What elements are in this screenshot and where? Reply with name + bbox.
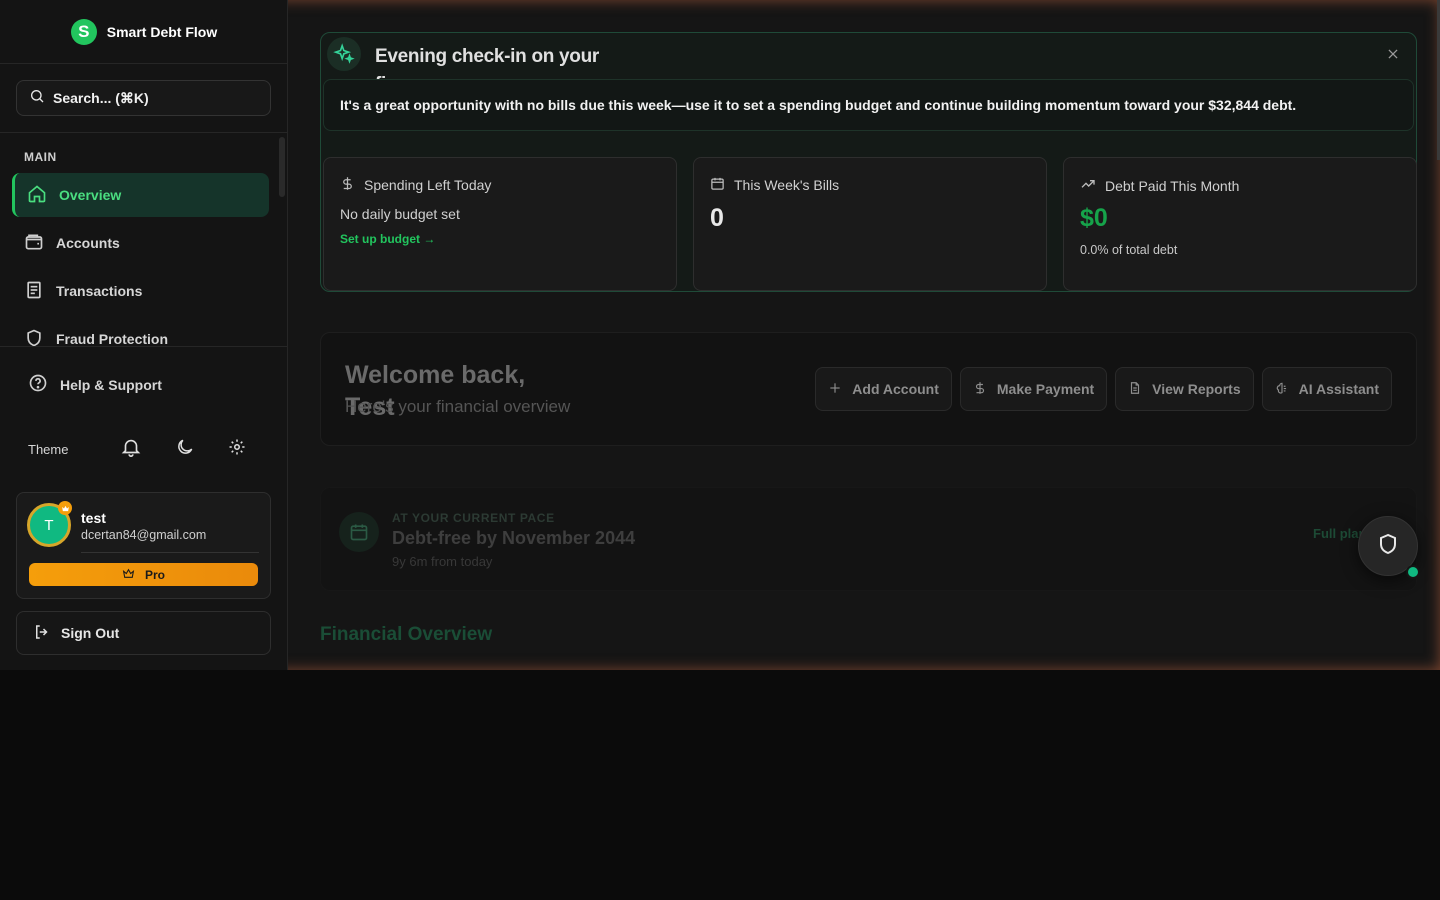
close-button[interactable] xyxy=(1384,47,1402,65)
sidebar-footer: Help & Support Theme T test dcertan84@gm… xyxy=(0,346,288,670)
weekly-bills-card[interactable]: This Week's Bills 0 xyxy=(693,157,1047,291)
brain-icon xyxy=(1275,381,1289,398)
sidebar-item-label: Fraud Protection xyxy=(56,331,169,346)
checkin-message: It's a great opportunity with no bills d… xyxy=(323,79,1414,131)
settings-button[interactable] xyxy=(225,437,249,461)
calendar-icon xyxy=(339,512,379,552)
shield-icon xyxy=(24,328,44,347)
nav-scrollbar[interactable] xyxy=(279,137,285,197)
search-input[interactable] xyxy=(53,90,253,106)
sidebar-item-label: Accounts xyxy=(56,235,120,251)
logout-icon xyxy=(33,623,51,644)
checkin-panel: Evening check-in on your finances It's a… xyxy=(320,32,1417,292)
sidebar-item-overview[interactable]: Overview xyxy=(12,173,269,217)
search-icon xyxy=(29,88,45,109)
pace-subtitle: 9y 6m from today xyxy=(392,554,493,569)
pace-title: Debt-free by November 2044 xyxy=(392,528,636,548)
pace-overline: AT YOUR CURRENT PACE xyxy=(392,511,555,525)
quick-actions: Add Account Make Payment View Reports AI… xyxy=(815,367,1392,411)
debt-paid-card[interactable]: Debt Paid This Month $0 0.0% of total de… xyxy=(1063,157,1417,291)
pro-plan-button[interactable]: Pro xyxy=(29,563,258,586)
dollar-icon xyxy=(340,176,355,194)
sidebar-item-label: Transactions xyxy=(56,283,143,299)
main-content: Evening check-in on your finances It's a… xyxy=(288,0,1440,670)
home-icon xyxy=(27,184,47,207)
action-label: AI Assistant xyxy=(1298,381,1379,397)
user-name: test xyxy=(81,510,106,526)
sidebar-item-fraud-protection[interactable]: Fraud Protection xyxy=(12,317,269,346)
moon-icon xyxy=(175,437,195,462)
ai-assistant-button[interactable]: AI Assistant xyxy=(1261,367,1392,411)
sign-out-label: Sign Out xyxy=(61,625,120,641)
wallet-icon xyxy=(24,232,44,255)
stat-note: 0.0% of total debt xyxy=(1080,243,1178,257)
brand-logo: S xyxy=(70,18,97,45)
sidebar: S Smart Debt Flow MAIN Overview xyxy=(0,0,288,670)
dollar-icon xyxy=(973,381,987,398)
debt-free-pace-card: AT YOUR CURRENT PACE Debt-free by Novemb… xyxy=(320,487,1417,591)
stat-title: Debt Paid This Month xyxy=(1105,177,1240,194)
spending-left-card[interactable]: Spending Left Today No daily budget set … xyxy=(323,157,677,291)
sign-out-button[interactable]: Sign Out xyxy=(16,611,271,655)
stat-value: 0 xyxy=(710,204,724,232)
brand[interactable]: S Smart Debt Flow xyxy=(0,0,288,64)
app-window: S Smart Debt Flow MAIN Overview xyxy=(0,0,1440,670)
welcome-line: Welcome back, xyxy=(345,361,526,389)
setup-budget-link[interactable]: Set up budget → xyxy=(340,232,435,246)
shield-icon xyxy=(1376,532,1400,561)
action-label: Add Account xyxy=(852,381,939,397)
sparkles-icon xyxy=(327,37,361,71)
divider xyxy=(81,552,259,553)
plus-icon xyxy=(828,381,842,398)
help-support-link[interactable]: Help & Support xyxy=(28,373,162,396)
theme-row: Theme xyxy=(28,435,258,463)
search-section xyxy=(0,64,288,133)
welcome-subtitle: Here's your financial overview xyxy=(345,397,571,416)
bell-icon xyxy=(120,436,142,463)
pro-plan-label: Pro xyxy=(144,567,165,582)
make-payment-button[interactable]: Make Payment xyxy=(959,367,1108,411)
theme-label: Theme xyxy=(28,442,69,457)
trend-up-icon xyxy=(1080,176,1096,195)
stat-subtitle: No daily budget set xyxy=(340,206,460,222)
dark-mode-toggle[interactable] xyxy=(173,437,197,461)
view-reports-button[interactable]: View Reports xyxy=(1115,367,1254,411)
stat-title: This Week's Bills xyxy=(734,177,840,193)
nav-section-label: MAIN xyxy=(24,150,57,164)
status-dot xyxy=(1406,565,1420,579)
crown-icon xyxy=(58,501,72,515)
search-box[interactable] xyxy=(16,80,271,116)
help-support-label: Help & Support xyxy=(60,376,162,393)
help-circle-icon xyxy=(28,373,48,396)
calendar-icon xyxy=(710,176,725,194)
stat-title: Spending Left Today xyxy=(364,177,492,193)
stat-value: $0 xyxy=(1080,204,1108,232)
brand-name: Smart Debt Flow xyxy=(106,23,218,40)
sidebar-nav: MAIN Overview Accounts Transactions Frau… xyxy=(0,134,288,346)
stat-header: Debt Paid This Month xyxy=(1080,176,1239,195)
crown-icon xyxy=(122,567,135,583)
welcome-panel: Welcome back, Test Here's your financial… xyxy=(320,332,1417,446)
sidebar-item-transactions[interactable]: Transactions xyxy=(12,269,269,313)
add-account-button[interactable]: Add Account xyxy=(815,367,952,411)
stat-header: This Week's Bills xyxy=(710,176,839,194)
user-card[interactable]: T test dcertan84@gmail.com Pro xyxy=(16,492,271,599)
user-email: dcertan84@gmail.com xyxy=(81,528,207,542)
stat-header: Spending Left Today xyxy=(340,176,491,194)
action-label: View Reports xyxy=(1152,381,1241,397)
receipt-icon xyxy=(24,280,44,303)
gear-icon xyxy=(228,438,246,461)
sidebar-item-accounts[interactable]: Accounts xyxy=(12,221,269,265)
sidebar-item-label: Overview xyxy=(59,187,122,203)
notifications-button[interactable] xyxy=(119,437,143,461)
financial-overview-title: Financial Overview xyxy=(320,624,493,645)
close-icon xyxy=(1386,47,1400,66)
action-label: Make Payment xyxy=(996,381,1095,397)
document-icon xyxy=(1128,381,1142,398)
